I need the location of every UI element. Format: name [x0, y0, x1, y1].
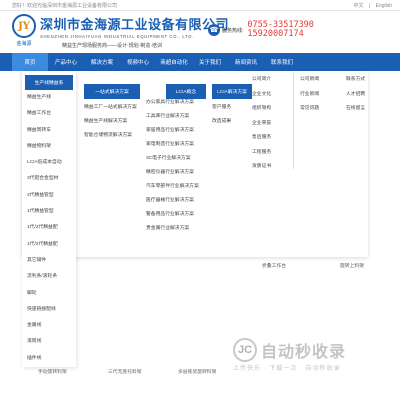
category-item[interactable]: 1代/2代精益配	[22, 237, 76, 253]
hotline: ☎ 服务热线: 0755-33517390 15920007174	[208, 21, 314, 39]
lang-cn-link[interactable]: 中文	[353, 3, 363, 9]
category-item[interactable]: 精益工作台	[22, 106, 76, 122]
industry-item[interactable]: 贵金属行业解决方案	[146, 222, 208, 236]
company-slogan: 精益生产现场服务商——设计·规划·制造·培训	[62, 43, 162, 49]
industry-item[interactable]: 家电制造行业解决方案	[146, 138, 208, 152]
category-list: 生产线精益系 精益生产线 精益工作台 精益周转车 精益物料架 LCIA低成本自动…	[22, 71, 76, 368]
nav-videos[interactable]: 视频中心	[120, 53, 156, 71]
contact-item[interactable]: 联系方式	[346, 73, 376, 88]
about-item[interactable]: 资质证书	[252, 160, 293, 175]
lcia-header[interactable]: LCIA概念	[166, 84, 206, 99]
category-item[interactable]: 精益周转车	[22, 123, 76, 139]
contact-column: 联系方式 人才招聘 在线留言	[346, 73, 376, 117]
company-logo[interactable]: JY 金海源	[12, 14, 36, 48]
industry-item[interactable]: 3C电子行业解决方案	[146, 152, 208, 166]
product-label[interactable]: 旋转上料架	[340, 262, 364, 269]
lcia-item[interactable]: 改造成果	[212, 115, 252, 129]
lang-separator: |	[368, 2, 371, 9]
about-item[interactable]: 售后服务	[252, 131, 293, 146]
contact-item[interactable]: 人才招聘	[346, 88, 376, 103]
about-item[interactable]: 工程服务	[252, 146, 293, 161]
site-header: JY 金海源 深圳市金海源工业设备有限公司 SHENZHEN JINHAIYUA…	[0, 11, 400, 53]
nav-automation[interactable]: 商超自动化	[156, 53, 192, 71]
industry-item[interactable]: 家居用品行业解决方案	[146, 124, 208, 138]
company-info: 深圳市金海源工业设备有限公司 SHENZHEN JINHAIYUAN INDUS…	[40, 14, 229, 49]
watermark: JC 自动秒收录	[233, 338, 346, 362]
lang-en-link[interactable]: English	[376, 3, 392, 9]
hotline-label: 服务热线:	[222, 27, 244, 34]
solution-item[interactable]: 精益生产线解决方案	[84, 115, 140, 129]
phone-number-2: 15920007174	[247, 29, 304, 39]
lcia-header-wrap: LCIA概念	[166, 71, 206, 99]
category-item[interactable]: 脚轮	[22, 286, 76, 302]
watermark-text: 自动秒收录	[261, 344, 347, 361]
category-item[interactable]: LCIA低成本自动	[22, 155, 76, 171]
category-item[interactable]: 快速链接配线	[22, 302, 76, 318]
category-item[interactable]: 滚筒线	[22, 334, 76, 350]
about-item[interactable]: 企业文化	[252, 88, 293, 103]
category-item[interactable]: 插件线	[22, 351, 76, 367]
about-column: 公司简介 企业文化 组织架构 企业荣誉 售后服务 工程服务 资质证书	[250, 73, 294, 169]
industry-column: 办公家具行业解决方案 工具库行业解决方案 家居用品行业解决方案 家电制造行业解决…	[146, 96, 208, 236]
phone-icon: ☎	[208, 24, 220, 36]
product-label[interactable]: 折叠工作台	[262, 262, 286, 269]
solutions-column: 一站式解决方案 精益工厂一站式解决方案 精益生产线解决方案 智能仓储物流解决方案	[84, 71, 140, 143]
product-label[interactable]: 多层拣货旋转料架	[178, 368, 216, 375]
category-item[interactable]: 流利条/滚轮条	[22, 269, 76, 285]
main-nav: 首页 产品中心 解决方案 视频中心 商超自动化 关于我们 新闻资讯 联系我们	[0, 53, 400, 71]
news-item[interactable]: 公司新闻	[300, 73, 334, 88]
about-item[interactable]: 公司简介	[252, 73, 293, 88]
solution-item[interactable]: 精益工厂一站式解决方案	[84, 101, 140, 115]
solutions-header[interactable]: 一站式解决方案	[84, 84, 140, 99]
lcia-solution-header[interactable]: LCIA解决方案	[212, 84, 252, 99]
contact-item[interactable]: 在线留言	[346, 102, 376, 117]
top-bar: 您好！欢迎光临深圳市金海源工业设备有限公司 中文 | English	[0, 0, 400, 11]
category-item[interactable]: 精益生产线	[22, 90, 76, 106]
nav-contact[interactable]: 联系我们	[264, 53, 300, 71]
news-item[interactable]: 常见问题	[300, 102, 334, 117]
about-item[interactable]: 企业荣誉	[252, 117, 293, 132]
watermark-logo: JC	[233, 338, 257, 362]
company-name-en: SHENZHEN JINHAIYUAN INDUSTRIAL EQUIPMENT…	[40, 34, 194, 39]
industry-item[interactable]: 精密仪器行业解决方案	[146, 166, 208, 180]
solution-item[interactable]: 智能仓储物流解决方案	[84, 129, 140, 143]
lcia-item[interactable]: 客户服务	[212, 101, 252, 115]
nav-about[interactable]: 关于我们	[192, 53, 228, 71]
nav-news[interactable]: 新闻资讯	[228, 53, 264, 71]
industry-item[interactable]: 警备用品行业解决方案	[146, 208, 208, 222]
about-item[interactable]: 组织架构	[252, 102, 293, 117]
watermark-subtext: 上传快乐 · 下载一次 · 自动秒收录	[233, 366, 341, 372]
product-label[interactable]: 手动旋转料架	[38, 368, 67, 375]
welcome-text: 您好！欢迎光临深圳市金海源工业设备有限公司	[12, 2, 118, 9]
category-item[interactable]: 精益物料架	[22, 139, 76, 155]
lcia-column: LCIA解决方案 客户服务 改造成果	[212, 71, 252, 129]
category-header[interactable]: 生产线精益系	[25, 75, 73, 90]
logo-mark: JY	[12, 14, 36, 38]
category-item[interactable]: 金属线	[22, 318, 76, 334]
logo-text: 金海源	[16, 41, 32, 47]
industry-item[interactable]: 汽车零部件行业解决方案	[146, 180, 208, 194]
industry-item[interactable]: 工具库行业解决方案	[146, 110, 208, 124]
nav-solutions[interactable]: 解决方案	[84, 53, 120, 71]
news-item[interactable]: 行业新闻	[300, 88, 334, 103]
category-item[interactable]: 1代精益管型	[22, 204, 76, 220]
company-name: 深圳市金海源工业设备有限公司	[40, 17, 230, 32]
news-column: 公司新闻 行业新闻 常见问题	[300, 73, 334, 117]
category-item[interactable]: 2代精益管型	[22, 188, 76, 204]
category-item[interactable]: 3代铝合金型材	[22, 171, 76, 187]
product-label[interactable]: 三代无底托料架	[108, 368, 142, 375]
category-item[interactable]: 其它辅件	[22, 253, 76, 269]
industry-item[interactable]: 医疗器械行业解决方案	[146, 194, 208, 208]
nav-products[interactable]: 产品中心	[48, 53, 84, 71]
nav-home[interactable]: 首页	[12, 53, 48, 71]
about-submenu: 公司简介 企业文化 组织架构 企业荣誉 售后服务 工程服务 资质证书 公司新闻 …	[248, 71, 368, 169]
category-item[interactable]: 1代/2代精益配	[22, 220, 76, 236]
